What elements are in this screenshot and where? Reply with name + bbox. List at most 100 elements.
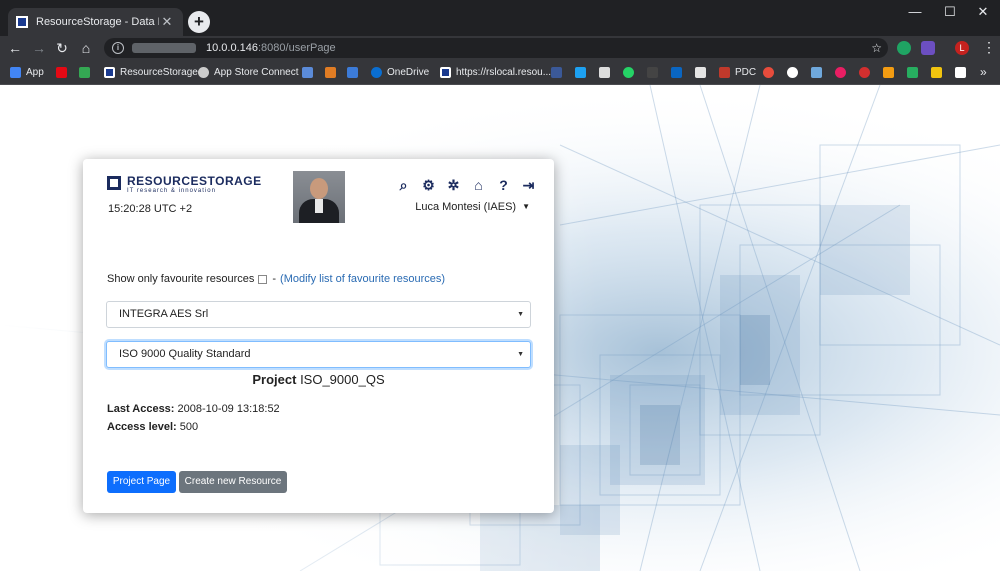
bookmark-facebook[interactable] [551, 60, 567, 85]
company-select[interactable]: INTEGRA AES Srl ▼ [106, 301, 531, 328]
new-tab-button[interactable]: + [188, 11, 210, 33]
close-tab-icon[interactable]: ✕ [159, 14, 175, 30]
bookmark-ext-10[interactable] [883, 60, 899, 85]
profile-avatar[interactable]: L [955, 41, 969, 55]
bookmark-ext-7[interactable] [811, 60, 827, 85]
bookmark-ext-5[interactable] [763, 60, 779, 85]
settings-cog-icon[interactable]: ✲ [441, 177, 466, 194]
browser-tab[interactable]: ResourceStorage - Data Manager ✕ [8, 8, 183, 36]
modify-favourites-link[interactable]: (Modify list of favourite resources) [280, 273, 445, 285]
bookmark-netflix[interactable] [56, 60, 72, 85]
bookmark-ext-2[interactable] [599, 60, 615, 85]
address-bar[interactable]: i 10.0.0.146:8080/userPage ☆ [104, 38, 888, 58]
project-heading: Project ISO_9000_QS [83, 372, 554, 387]
access-level-row: Access level: 500 [107, 421, 198, 433]
browser-toolbar: ← → ↻ ⌂ i 10.0.0.146:8080/userPage ☆ L ⋮ [0, 36, 1000, 60]
project-select[interactable]: ISO 9000 Quality Standard ▼ [106, 341, 531, 368]
bookmark-amazon[interactable] [955, 60, 971, 85]
bookmark-translate[interactable] [347, 60, 363, 85]
bookmark-icon [859, 67, 870, 78]
favourites-separator: - [272, 273, 277, 285]
bookmark-ext-11[interactable] [907, 60, 923, 85]
user-panel-card: RESOURCESTORAGE IT research & innovation… [83, 159, 554, 513]
url-path: :8080/userPage [258, 42, 336, 54]
bookmark-apps[interactable]: App [10, 60, 44, 85]
current-time: 15:20:28 UTC +2 [108, 203, 193, 215]
bookmark-ext-6[interactable] [787, 60, 803, 85]
favourites-checkbox[interactable] [258, 274, 268, 284]
resourcestorage-favicon-icon [16, 16, 28, 28]
bookmark-icon [907, 67, 918, 78]
bookmark-ext-3[interactable] [647, 60, 663, 85]
brand-name: RESOURCESTORAGE [127, 174, 262, 188]
last-access-value: 2008-10-09 13:18:52 [177, 403, 280, 415]
home-icon[interactable]: ⌂ [466, 177, 491, 194]
project-label: Project [252, 372, 297, 387]
resourcestorage-logo[interactable]: RESOURCESTORAGE IT research & innovation [107, 175, 262, 194]
maximize-icon[interactable]: ☐ [935, 4, 965, 20]
bookmark-app-store-connect[interactable]: App Store Connect [198, 60, 299, 85]
user-avatar[interactable] [293, 171, 345, 223]
facebook-icon [551, 67, 562, 78]
company-select-value: INTEGRA AES Srl [119, 308, 209, 320]
netflix-icon [56, 67, 67, 78]
select-arrow-icon: ▼ [517, 351, 524, 358]
bookmark-ext-8[interactable] [835, 60, 851, 85]
bookmark-maps[interactable] [79, 60, 95, 85]
header-icon-toolbar: ⌕ ⚙ ✲ ⌂ ? ⇥ [391, 177, 541, 194]
bookmark-icon [599, 67, 610, 78]
apple-icon [198, 67, 209, 78]
gear-icon[interactable]: ⚙ [416, 177, 441, 194]
help-icon[interactable]: ? [491, 177, 516, 194]
site-info-icon[interactable]: i [112, 42, 124, 54]
search-icon[interactable]: ⌕ [391, 177, 416, 194]
user-name: Luca Montesi (IAES) [415, 201, 517, 213]
project-page-button[interactable]: Project Page [107, 471, 176, 493]
translate-icon [347, 67, 358, 78]
bookmark-pdc[interactable]: PDC [719, 60, 756, 85]
extension-icon[interactable] [921, 41, 935, 55]
browser-menu-icon[interactable]: ⋮ [982, 39, 996, 56]
resourcestorage-icon [440, 67, 451, 78]
bookmark-icon [787, 67, 798, 78]
user-menu-dropdown[interactable]: Luca Montesi (IAES) ▼ [415, 201, 530, 213]
bookmark-onedrive[interactable]: OneDrive [371, 60, 429, 85]
reload-icon[interactable]: ↻ [52, 38, 72, 58]
bookmark-icon [763, 67, 774, 78]
whatsapp-icon [623, 67, 634, 78]
bookmark-misc-1[interactable] [302, 60, 318, 85]
browser-titlebar: ResourceStorage - Data Manager ✕ + — ☐ ✕ [0, 0, 1000, 36]
bookmark-whatsapp[interactable] [623, 60, 639, 85]
close-window-icon[interactable]: ✕ [968, 4, 998, 20]
linkedin-icon [671, 67, 682, 78]
bookmark-ext-9[interactable] [859, 60, 875, 85]
bookmark-icon [883, 67, 894, 78]
minimize-icon[interactable]: — [900, 4, 930, 20]
project-select-value: ISO 9000 Quality Standard [119, 348, 251, 360]
bookmark-misc-2[interactable] [325, 60, 341, 85]
access-level-label: Access level: [107, 421, 177, 433]
forward-icon[interactable]: → [29, 38, 49, 58]
last-access-row: Last Access: 2008-10-09 13:18:52 [107, 403, 280, 415]
bookmark-icon [811, 67, 822, 78]
bookmark-linkedin[interactable] [671, 60, 687, 85]
logout-icon[interactable]: ⇥ [516, 177, 541, 194]
bookmark-icon [835, 67, 846, 78]
bookmark-ext-1[interactable] [575, 60, 591, 85]
tab-title: ResourceStorage - Data Manager [36, 16, 159, 28]
bookmark-icon [647, 67, 658, 78]
bookmark-rslocal[interactable]: https://rslocal.resou... [440, 60, 551, 85]
resourcestorage-icon [104, 67, 115, 78]
bookmark-ext-4[interactable] [695, 60, 711, 85]
access-level-value: 500 [179, 421, 199, 433]
bookmark-ext-12[interactable] [931, 60, 947, 85]
bookmarks-bar: App ResourceStorage App Store Connect On… [0, 60, 1000, 85]
grammarly-extension-icon[interactable] [897, 41, 911, 55]
bookmark-resourcestorage[interactable]: ResourceStorage [104, 60, 198, 85]
back-icon[interactable]: ← [5, 38, 25, 58]
home-browser-icon[interactable]: ⌂ [76, 38, 96, 58]
create-new-resource-button[interactable]: Create new Resource [179, 471, 287, 493]
more-bookmarks-icon[interactable]: » [980, 65, 987, 79]
bookmark-icon [719, 67, 730, 78]
bookmark-star-icon[interactable]: ☆ [871, 38, 882, 58]
